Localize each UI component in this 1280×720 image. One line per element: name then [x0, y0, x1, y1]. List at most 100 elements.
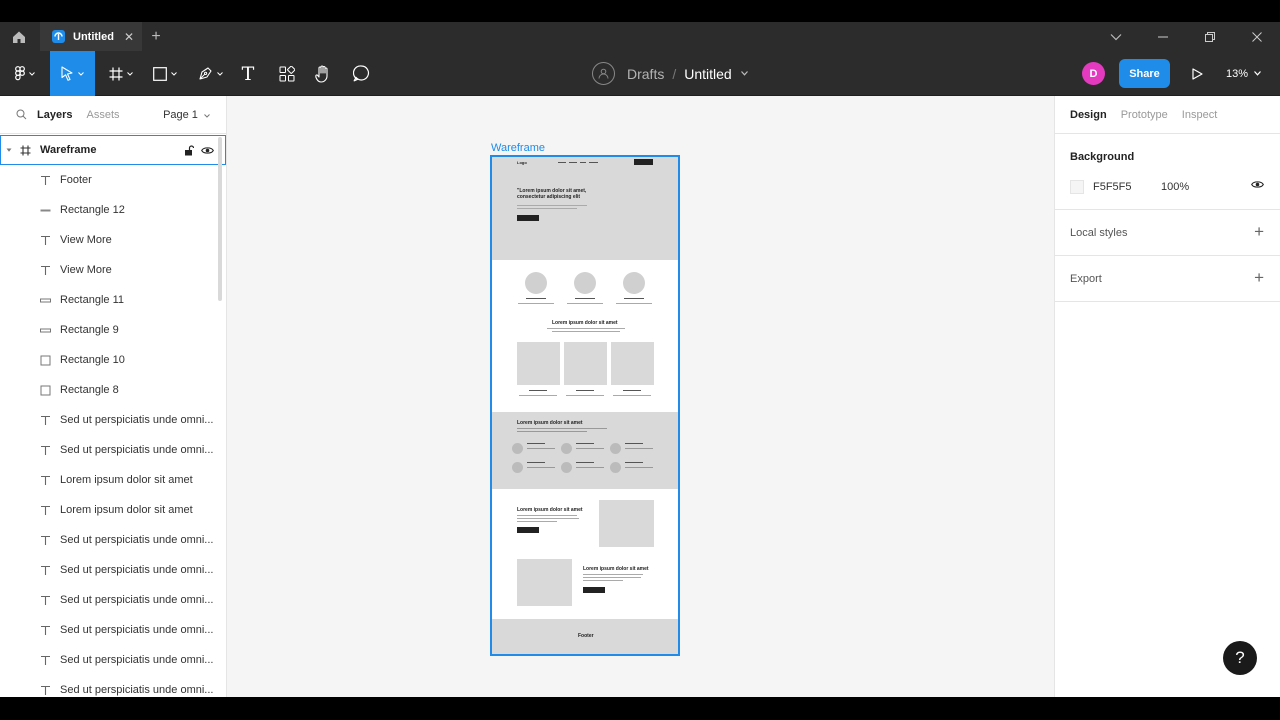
layer-row[interactable]: Sed ut perspiciatis unde omni... — [0, 405, 226, 435]
home-button[interactable] — [0, 22, 38, 51]
layer-row[interactable]: Footer — [0, 165, 226, 195]
toolbar: T Drafts / Untitled D Share 13% — [0, 51, 1280, 96]
wf-grey-label — [625, 462, 643, 463]
help-button[interactable]: ? — [1223, 641, 1257, 675]
layer-frame-wareframe[interactable]: Wareframe — [0, 135, 226, 165]
tab-assets[interactable]: Assets — [86, 109, 119, 121]
team-avatar[interactable] — [592, 62, 615, 85]
export-section: Export + — [1055, 256, 1280, 302]
wireframe-frame[interactable]: Logo "Lorem ipsum dolor sit amet, consec… — [490, 155, 680, 656]
tab-inspect[interactable]: Inspect — [1182, 109, 1217, 121]
share-button[interactable]: Share — [1119, 59, 1170, 88]
main-menu-button[interactable] — [8, 51, 42, 96]
zoom-menu[interactable]: 13% — [1226, 51, 1261, 96]
add-style-icon[interactable]: + — [1254, 222, 1264, 242]
text-layer-icon — [38, 655, 52, 666]
close-window-button[interactable] — [1233, 22, 1280, 51]
close-tab-icon[interactable]: ✕ — [124, 30, 134, 44]
background-swatch[interactable] — [1070, 180, 1084, 194]
wf-grey-circle — [512, 462, 523, 473]
layer-name: View More — [60, 264, 112, 276]
wf-hero-line — [517, 208, 577, 209]
wf-feature-label — [575, 298, 595, 299]
page-selector-label: Page 1 — [163, 108, 198, 121]
background-hex-input[interactable]: F5F5F5 — [1093, 181, 1132, 193]
comment-tool-button[interactable] — [350, 51, 372, 96]
figma-logo-icon — [15, 66, 25, 81]
frame-tool-button[interactable] — [104, 51, 138, 96]
wf-card-label — [576, 390, 594, 391]
background-opacity-input[interactable]: 100% — [1161, 181, 1189, 193]
rectangle-layer-icon — [38, 295, 52, 306]
file-name[interactable]: Untitled — [684, 66, 731, 82]
wf-grey-circle — [610, 462, 621, 473]
layer-name: Sed ut perspiciatis unde omni... — [60, 534, 214, 546]
layer-row[interactable]: Sed ut perspiciatis unde omni... — [0, 585, 226, 615]
add-export-icon[interactable]: + — [1254, 268, 1264, 288]
wf-grey-text — [517, 431, 587, 432]
eye-icon[interactable] — [201, 146, 214, 155]
layer-row[interactable]: Rectangle 11 — [0, 285, 226, 315]
tab-design[interactable]: Design — [1070, 109, 1107, 121]
wf-feature-circle — [525, 272, 547, 294]
resources-button[interactable] — [276, 51, 298, 96]
layer-row[interactable]: Rectangle 12 — [0, 195, 226, 225]
tab-prototype[interactable]: Prototype — [1121, 109, 1168, 121]
restore-button[interactable] — [1186, 22, 1233, 51]
text-layer-icon — [38, 625, 52, 636]
minimize-button[interactable] — [1139, 22, 1186, 51]
wf-grey-label — [576, 443, 594, 444]
wf-feature-circle — [623, 272, 645, 294]
wf-nav-item — [580, 162, 586, 163]
layer-row[interactable]: View More — [0, 255, 226, 285]
wf-section-text — [547, 328, 625, 329]
page-selector[interactable]: Page 1 — [163, 109, 210, 121]
layer-row[interactable]: View More — [0, 225, 226, 255]
text-tool-button[interactable]: T — [238, 51, 258, 96]
breadcrumb-drafts[interactable]: Drafts — [627, 66, 664, 82]
tab-untitled[interactable]: Untitled ✕ — [40, 22, 142, 51]
move-tool-button[interactable] — [50, 51, 95, 96]
wf-nav-item — [558, 162, 566, 163]
wf-feature-text — [567, 303, 603, 304]
layer-row[interactable]: Rectangle 8 — [0, 375, 226, 405]
tab-layers[interactable]: Layers — [37, 109, 72, 121]
layer-row[interactable]: Sed ut perspiciatis unde omni... — [0, 435, 226, 465]
wf-split-image — [599, 500, 654, 547]
wf-logo: Logo — [517, 160, 527, 165]
hand-tool-button[interactable] — [312, 51, 334, 96]
canvas[interactable]: Wareframe Logo "Lorem ipsum dolor sit am… — [227, 96, 1054, 697]
eye-icon[interactable] — [1251, 180, 1264, 189]
wf-split-text — [583, 574, 643, 575]
unlock-icon[interactable] — [184, 145, 194, 156]
restore-icon — [1204, 31, 1215, 42]
text-layer-icon — [38, 535, 52, 546]
pen-tool-button[interactable] — [193, 51, 227, 96]
user-avatar[interactable]: D — [1082, 62, 1105, 85]
present-button[interactable] — [1186, 51, 1208, 96]
layer-row[interactable]: Sed ut perspiciatis unde omni... — [0, 525, 226, 555]
layer-row[interactable]: Sed ut perspiciatis unde omni... — [0, 645, 226, 675]
layer-row[interactable]: Rectangle 9 — [0, 315, 226, 345]
frame-label[interactable]: Wareframe — [491, 142, 545, 154]
layer-row[interactable]: Sed ut perspiciatis unde omni... — [0, 675, 226, 697]
shape-tool-button[interactable] — [148, 51, 182, 96]
layer-row[interactable]: Sed ut perspiciatis unde omni... — [0, 615, 226, 645]
layers-panel: Layers Assets Page 1 Wareframe Footer Rec… — [0, 96, 227, 697]
wf-feature-label — [624, 298, 644, 299]
search-icon[interactable] — [16, 109, 27, 120]
layer-row[interactable]: Lorem ipsum dolor sit amet — [0, 495, 226, 525]
chevron-down-icon — [1254, 71, 1261, 76]
figma-file-icon — [52, 30, 65, 43]
wf-split-text — [583, 577, 641, 578]
caret-down-icon[interactable] — [6, 147, 12, 153]
chevron-down-icon[interactable] — [740, 71, 748, 76]
new-tab-button[interactable]: + — [142, 22, 170, 51]
layer-row[interactable]: Lorem ipsum dolor sit amet — [0, 465, 226, 495]
wf-grey-text — [527, 467, 555, 468]
layer-row[interactable]: Sed ut perspiciatis unde omni... — [0, 555, 226, 585]
layers-scrollbar[interactable] — [218, 137, 222, 301]
tab-menu-button[interactable] — [1092, 22, 1139, 51]
wf-grey-label — [527, 443, 545, 444]
layer-row[interactable]: Rectangle 10 — [0, 345, 226, 375]
